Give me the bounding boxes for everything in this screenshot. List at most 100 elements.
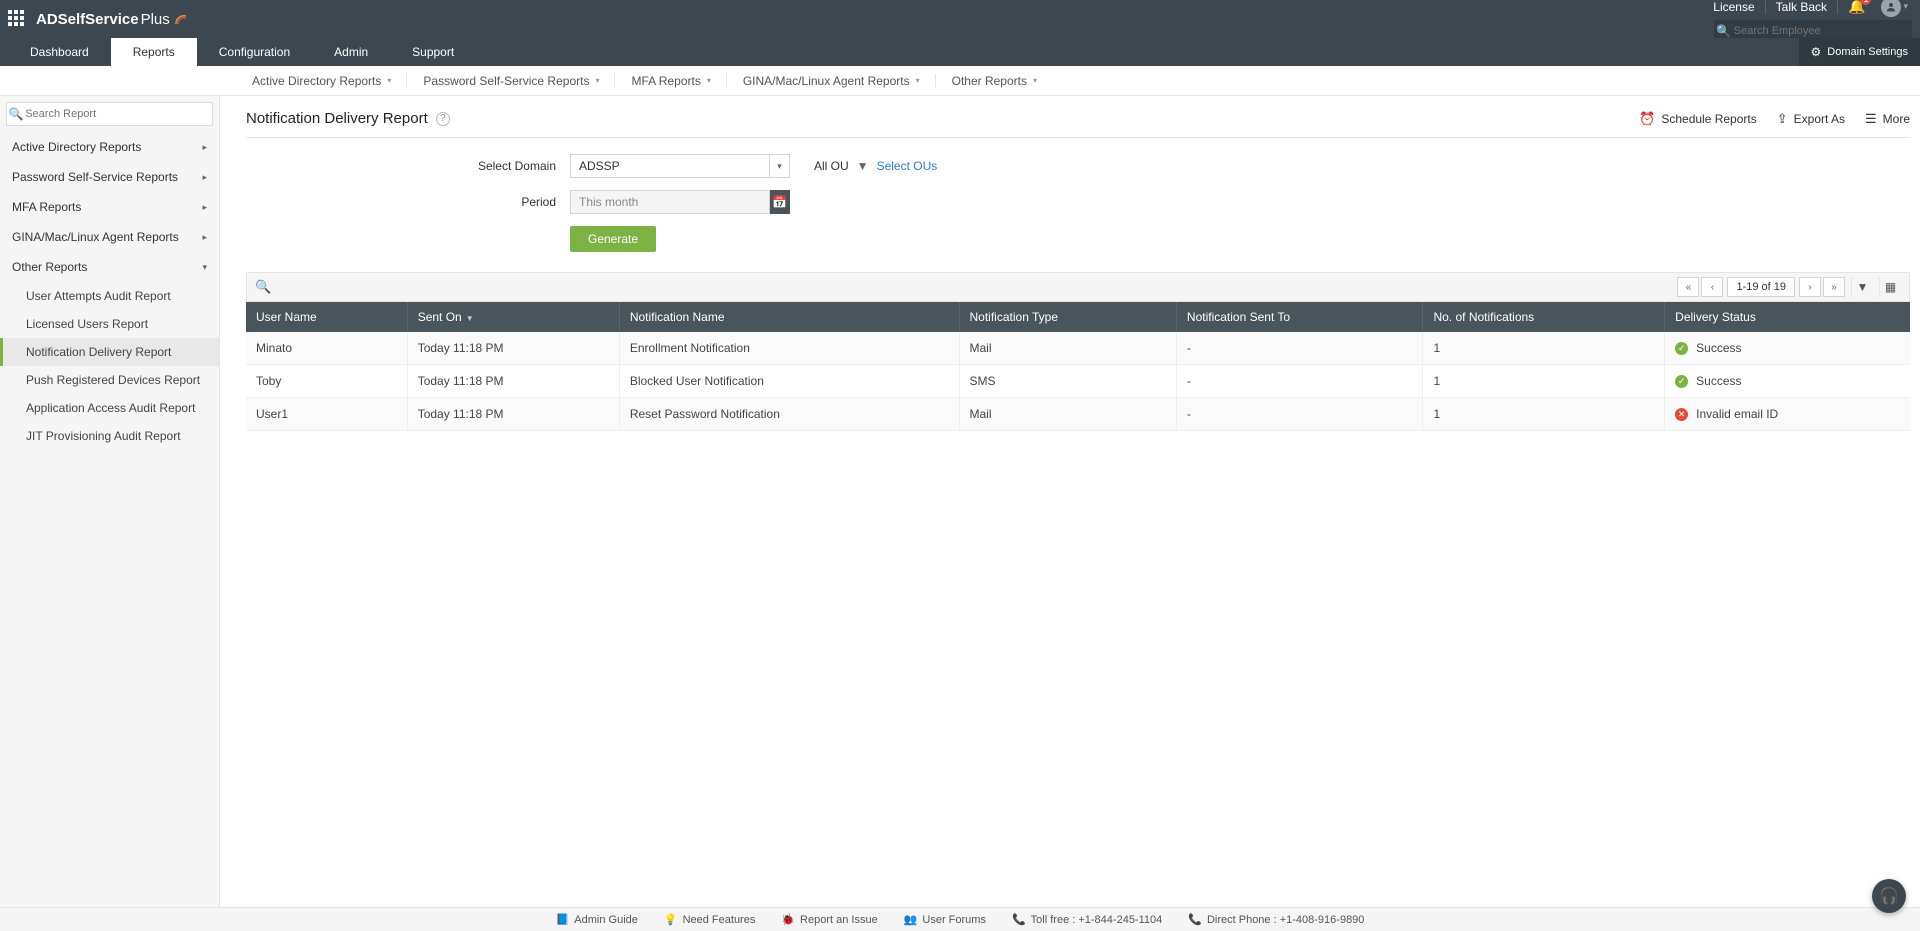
footer-report-issue[interactable]: 🐞Report an Issue — [781, 913, 877, 926]
product-name-light: Plus — [141, 11, 170, 28]
search-icon: 🔍 — [7, 107, 25, 121]
main-tabs: Dashboard Reports Configuration Admin Su… — [0, 38, 1920, 66]
talkback-link[interactable]: Talk Back — [1766, 0, 1838, 14]
user-menu[interactable]: ▾ — [1875, 0, 1912, 17]
table-cell: - — [1176, 398, 1423, 431]
table-toolbar: 🔍 « ‹ 1-19 of 19 › » ▼ ▦ — [246, 272, 1910, 302]
all-ou-label: All OU — [814, 159, 849, 173]
col-notification-name[interactable]: Notification Name — [619, 302, 959, 332]
filter-icon[interactable]: ▼ — [857, 159, 869, 173]
domain-dropdown-button[interactable]: ▾ — [770, 154, 790, 178]
chevron-right-icon: ▸ — [202, 172, 207, 183]
product-name-bold: ADSelfService — [36, 11, 139, 28]
subtab-password-reports[interactable]: Password Self-Service Reports▾ — [407, 66, 615, 95]
search-report[interactable]: 🔍 — [6, 102, 213, 126]
select-ous-link[interactable]: Select OUs — [877, 159, 938, 173]
sidebar-group-other[interactable]: Other Reports▾ — [0, 252, 219, 282]
footer-admin-guide[interactable]: 📘Admin Guide — [556, 913, 638, 926]
pager-prev[interactable]: ‹ — [1701, 277, 1723, 297]
sidebar-item-user-attempts[interactable]: User Attempts Audit Report — [0, 282, 219, 310]
col-count[interactable]: No. of Notifications — [1423, 302, 1665, 332]
generate-button[interactable]: Generate — [570, 226, 656, 252]
bell-badge: 1 — [1860, 0, 1871, 5]
tab-admin[interactable]: Admin — [312, 38, 390, 66]
col-user-name[interactable]: User Name — [246, 302, 407, 332]
more-icon: ☰ — [1865, 111, 1877, 127]
table-cell: Minato — [246, 332, 407, 365]
caret-down-icon: ▾ — [595, 76, 599, 85]
search-employee-input[interactable] — [1734, 25, 1912, 37]
export-icon: ⇪ — [1777, 111, 1788, 127]
tab-reports[interactable]: Reports — [111, 38, 197, 66]
notifications-button[interactable]: 🔔 1 — [1838, 0, 1875, 15]
subtab-mfa-reports[interactable]: MFA Reports▾ — [615, 66, 726, 95]
caret-down-icon: ▾ — [916, 76, 920, 85]
sidebar-group-gina[interactable]: GINA/Mac/Linux Agent Reports▸ — [0, 222, 219, 252]
subtab-other-reports[interactable]: Other Reports▾ — [936, 66, 1053, 95]
book-icon: 📘 — [556, 913, 570, 926]
col-status[interactable]: Delivery Status — [1665, 302, 1910, 332]
table-cell: 1 — [1423, 398, 1665, 431]
content: Notification Delivery Report ? ⏰Schedule… — [220, 96, 1920, 931]
subtab-ad-reports[interactable]: Active Directory Reports▾ — [236, 66, 407, 95]
chevron-down-icon: ▾ — [777, 161, 782, 172]
footer-need-features[interactable]: 💡Need Features — [664, 913, 755, 926]
chevron-down-icon: ▾ — [202, 262, 207, 273]
filter-icon[interactable]: ▼ — [1851, 277, 1873, 297]
gear-icon: ⚙ — [1811, 45, 1822, 59]
subtab-gina-reports[interactable]: GINA/Mac/Linux Agent Reports▾ — [727, 66, 936, 95]
sidebar-group-ad[interactable]: Active Directory Reports▸ — [0, 132, 219, 162]
export-as-button[interactable]: ⇪Export As — [1777, 111, 1845, 127]
table-cell: - — [1176, 365, 1423, 398]
help-icon[interactable]: ? — [436, 112, 450, 126]
sub-tabs: Active Directory Reports▾ Password Self-… — [0, 66, 1920, 96]
period-select[interactable]: This month 📅 — [570, 190, 790, 214]
pager: « ‹ 1-19 of 19 › » ▼ ▦ — [1677, 277, 1901, 297]
pager-first[interactable]: « — [1677, 277, 1699, 297]
top-header: ADSelfService Plus License Talk Back 🔔 1… — [0, 0, 1920, 38]
status-text: Success — [1696, 374, 1741, 388]
table-search-icon[interactable]: 🔍 — [255, 279, 271, 295]
period-calendar-button[interactable]: 📅 — [770, 190, 790, 214]
phone-icon: 📞 — [1012, 913, 1026, 926]
sidebar-group-mfa[interactable]: MFA Reports▸ — [0, 192, 219, 222]
table-cell-status: ✓Success — [1665, 365, 1910, 398]
phone-icon: 📞 — [1188, 913, 1202, 926]
table-cell: Blocked User Notification — [619, 365, 959, 398]
pager-last[interactable]: » — [1823, 277, 1845, 297]
sidebar-item-licensed-users[interactable]: Licensed Users Report — [0, 310, 219, 338]
columns-icon[interactable]: ▦ — [1879, 277, 1901, 297]
col-notification-type[interactable]: Notification Type — [959, 302, 1176, 332]
sidebar-item-notification-delivery[interactable]: Notification Delivery Report — [0, 338, 219, 366]
chevron-right-icon: ▸ — [202, 202, 207, 213]
more-button[interactable]: ☰More — [1865, 111, 1910, 127]
float-help-button[interactable]: 🎧 — [1872, 879, 1906, 913]
pager-next[interactable]: › — [1799, 277, 1821, 297]
sidebar-item-push-devices[interactable]: Push Registered Devices Report — [0, 366, 219, 394]
license-link[interactable]: License — [1703, 0, 1765, 14]
domain-settings-button[interactable]: ⚙ Domain Settings — [1799, 38, 1920, 66]
sidebar-group-password[interactable]: Password Self-Service Reports▸ — [0, 162, 219, 192]
page-title: Notification Delivery Report — [246, 110, 428, 127]
avatar-icon — [1881, 0, 1901, 17]
footer-user-forums[interactable]: 👥User Forums — [904, 913, 986, 926]
sidebar-item-jit-provisioning[interactable]: JIT Provisioning Audit Report — [0, 422, 219, 450]
chevron-right-icon: ▸ — [202, 142, 207, 153]
period-value: This month — [570, 190, 770, 214]
table-row: MinatoToday 11:18 PMEnrollment Notificat… — [246, 332, 1910, 365]
caret-down-icon: ▾ — [1033, 76, 1037, 85]
tab-dashboard[interactable]: Dashboard — [8, 38, 111, 66]
sidebar-item-app-access[interactable]: Application Access Audit Report — [0, 394, 219, 422]
col-sent-to[interactable]: Notification Sent To — [1176, 302, 1423, 332]
tab-support[interactable]: Support — [390, 38, 476, 66]
col-sent-on[interactable]: Sent On▼ — [407, 302, 619, 332]
schedule-reports-button[interactable]: ⏰Schedule Reports — [1639, 111, 1757, 127]
tab-configuration[interactable]: Configuration — [197, 38, 312, 66]
domain-select[interactable]: ADSSP ▾ — [570, 154, 790, 178]
search-report-input[interactable] — [25, 108, 212, 120]
search-icon: 🔍 — [1714, 24, 1734, 38]
product-logo: ADSelfService Plus — [36, 11, 188, 28]
data-table: User Name Sent On▼ Notification Name Not… — [246, 302, 1910, 431]
table-cell: Mail — [959, 332, 1176, 365]
apps-grid-icon[interactable] — [8, 10, 26, 28]
